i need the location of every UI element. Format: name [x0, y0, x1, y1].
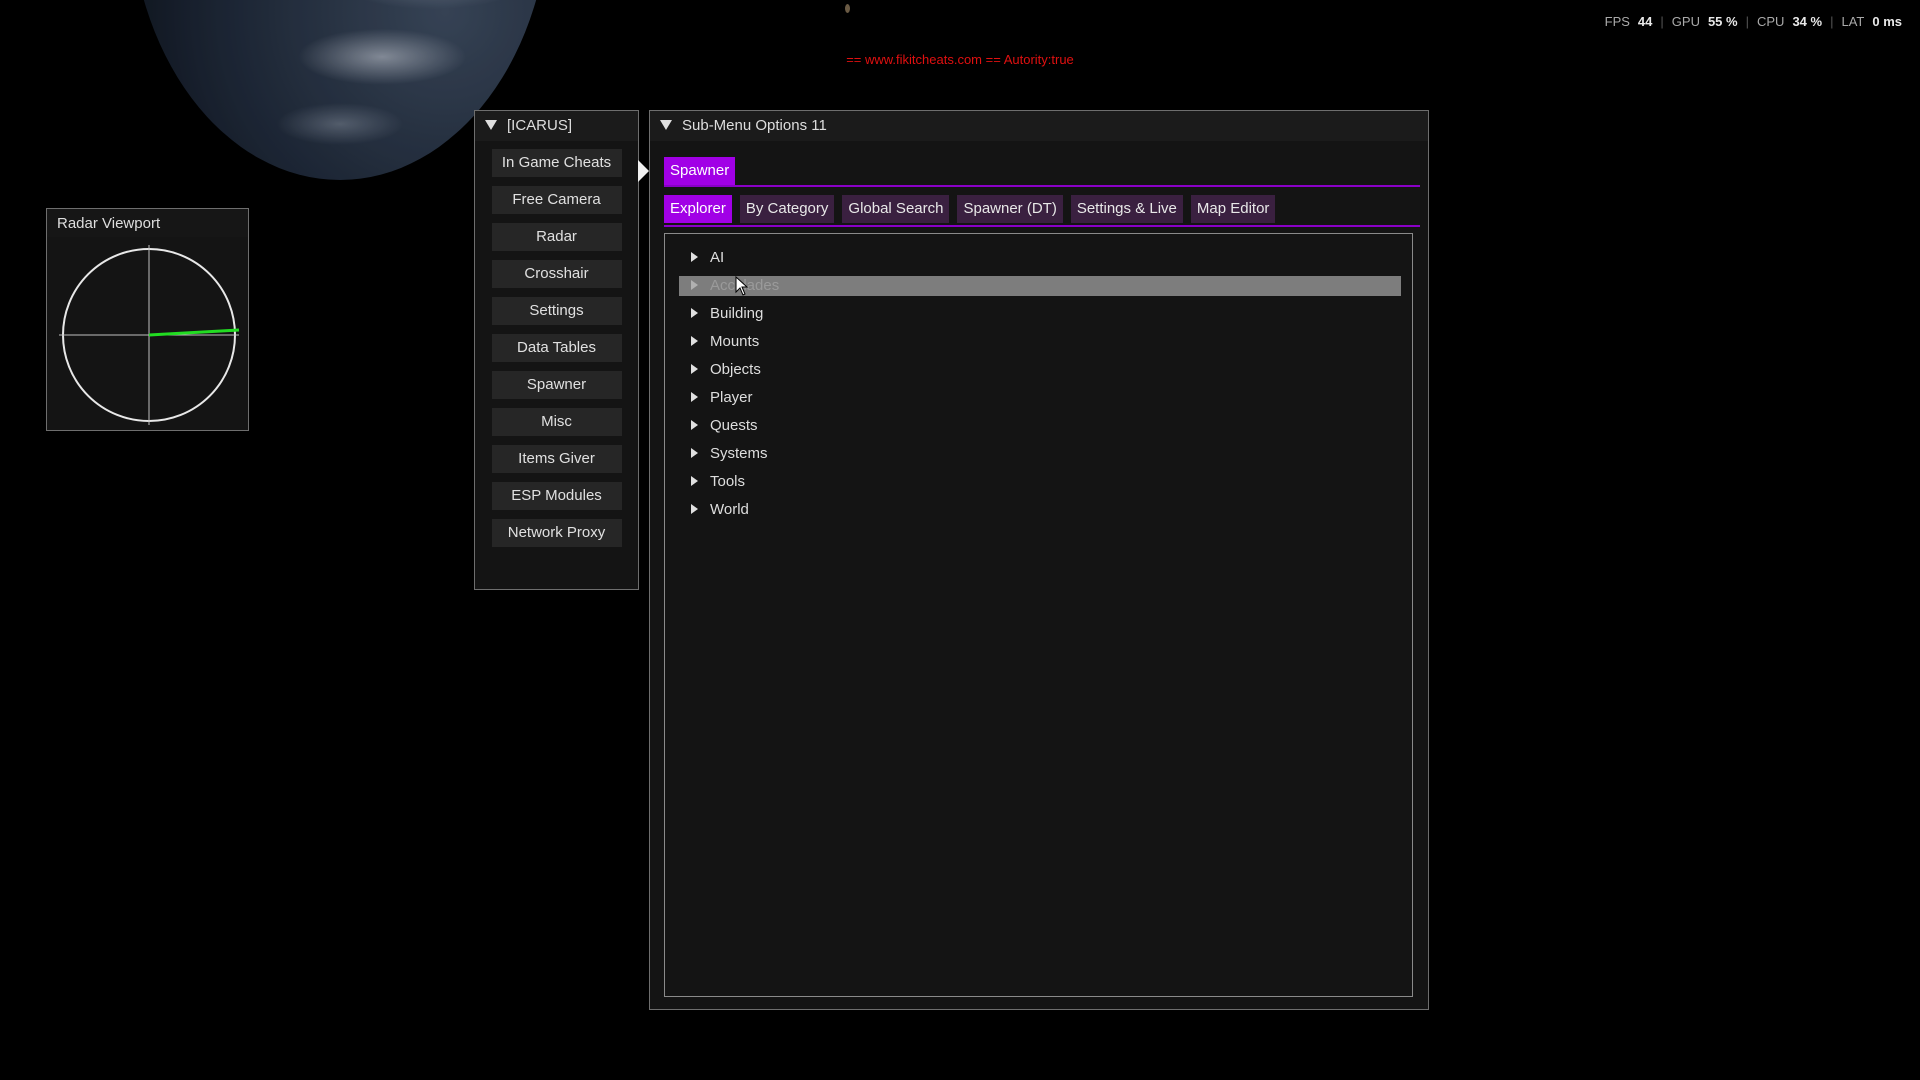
- fps-label: FPS: [1604, 14, 1630, 29]
- separator: |: [1830, 14, 1834, 29]
- tree-node-world[interactable]: World: [679, 500, 1401, 520]
- menu-button-data-tables[interactable]: Data Tables: [491, 334, 622, 362]
- tree-node-label: Building: [710, 305, 764, 322]
- lat-value: 0 ms: [1872, 14, 1902, 29]
- expand-arrow-icon[interactable]: [691, 503, 698, 514]
- menu-button-misc[interactable]: Misc: [491, 408, 622, 436]
- menu-button-esp-modules[interactable]: ESP Modules: [491, 482, 622, 510]
- radar-title[interactable]: Radar Viewport: [47, 209, 248, 237]
- expand-arrow-icon[interactable]: [691, 363, 698, 374]
- cpu-value: 34 %: [1792, 14, 1823, 29]
- menu-button-in-game-cheats[interactable]: In Game Cheats: [491, 149, 622, 177]
- performance-overlay: FPS 44 | GPU 55 % | CPU 34 % | LAT 0 ms: [1605, 14, 1902, 29]
- tree-node-accolades[interactable]: Accolades: [679, 276, 1401, 296]
- radar-heading-line: [148, 328, 240, 337]
- tree-node-label: World: [710, 501, 749, 518]
- selected-menu-arrow-icon: [638, 160, 649, 182]
- expand-arrow-icon[interactable]: [691, 279, 698, 290]
- tree-node-label: Tools: [710, 473, 746, 490]
- gpu-value: 55 %: [1707, 14, 1738, 29]
- menu-button-settings[interactable]: Settings: [491, 297, 622, 325]
- tab-explorer[interactable]: Explorer: [664, 195, 732, 223]
- separator: |: [1745, 14, 1749, 29]
- tree-node-label: Quests: [710, 417, 758, 434]
- expand-arrow-icon[interactable]: [691, 391, 698, 402]
- submenu-window[interactable]: Sub-Menu Options 11 Spawner Explorer By …: [649, 110, 1429, 1010]
- tree-node-quests[interactable]: Quests: [679, 416, 1401, 436]
- main-menu-title: [ICARUS]: [507, 117, 573, 134]
- tree-node-label: Objects: [710, 361, 761, 378]
- sub-tab-bar: Explorer By Category Global Search Spawn…: [664, 195, 1420, 227]
- explorer-tree-panel[interactable]: AI Accolades Building Mounts Objects Pla…: [664, 233, 1413, 997]
- separator: |: [1660, 14, 1664, 29]
- collapse-triangle-icon[interactable]: [485, 119, 497, 130]
- tab-spawner-dt[interactable]: Spawner (DT): [957, 195, 1063, 223]
- moon-speck: [845, 4, 850, 13]
- tab-by-category[interactable]: By Category: [739, 195, 835, 223]
- tree-node-systems[interactable]: Systems: [679, 444, 1401, 464]
- collapse-triangle-icon[interactable]: [660, 119, 672, 130]
- tree-node-label: Systems: [710, 445, 768, 462]
- menu-button-spawner[interactable]: Spawner: [491, 371, 622, 399]
- submenu-title-bar[interactable]: Sub-Menu Options 11: [650, 111, 1428, 141]
- tree-node-label: Mounts: [710, 333, 760, 350]
- expand-arrow-icon[interactable]: [691, 475, 698, 486]
- expand-arrow-icon[interactable]: [691, 251, 698, 262]
- tab-map-editor[interactable]: Map Editor: [1190, 195, 1276, 223]
- expand-arrow-icon[interactable]: [691, 307, 698, 318]
- tree-node-label: Player: [710, 389, 753, 406]
- tree-node-objects[interactable]: Objects: [679, 360, 1401, 380]
- tree-node-mounts[interactable]: Mounts: [679, 332, 1401, 352]
- lat-label: LAT: [1841, 14, 1865, 29]
- cpu-label: CPU: [1756, 14, 1785, 29]
- main-menu-window[interactable]: [ICARUS] In Game Cheats Free Camera Rada…: [474, 110, 639, 590]
- tree-node-building[interactable]: Building: [679, 304, 1401, 324]
- radar-display: [59, 245, 240, 425]
- tree-node-player[interactable]: Player: [679, 388, 1401, 408]
- tab-spawner[interactable]: Spawner: [664, 157, 736, 185]
- menu-button-radar[interactable]: Radar: [491, 223, 622, 251]
- menu-button-items-giver[interactable]: Items Giver: [491, 445, 622, 473]
- expand-arrow-icon[interactable]: [691, 447, 698, 458]
- radar-window[interactable]: Radar Viewport: [46, 208, 249, 431]
- menu-button-free-camera[interactable]: Free Camera: [491, 186, 622, 214]
- tree-node-tools[interactable]: Tools: [679, 472, 1401, 492]
- tree-node-ai[interactable]: AI: [679, 248, 1401, 268]
- top-tab-bar: Spawner: [664, 157, 1420, 187]
- watermark-text: == www.fikitcheats.com == Autority:true: [846, 52, 1074, 67]
- menu-button-crosshair[interactable]: Crosshair: [491, 260, 622, 288]
- menu-button-network-proxy[interactable]: Network Proxy: [491, 519, 622, 547]
- expand-arrow-icon[interactable]: [691, 419, 698, 430]
- mouse-cursor-icon: [735, 276, 749, 296]
- tab-global-search[interactable]: Global Search: [842, 195, 950, 223]
- expand-arrow-icon[interactable]: [691, 335, 698, 346]
- submenu-title: Sub-Menu Options 11: [682, 117, 827, 134]
- main-menu-title-bar[interactable]: [ICARUS]: [475, 111, 638, 141]
- tab-settings-live[interactable]: Settings & Live: [1070, 195, 1183, 223]
- gpu-label: GPU: [1671, 14, 1700, 29]
- fps-value: 44: [1637, 14, 1653, 29]
- tree-node-label: AI: [710, 249, 725, 266]
